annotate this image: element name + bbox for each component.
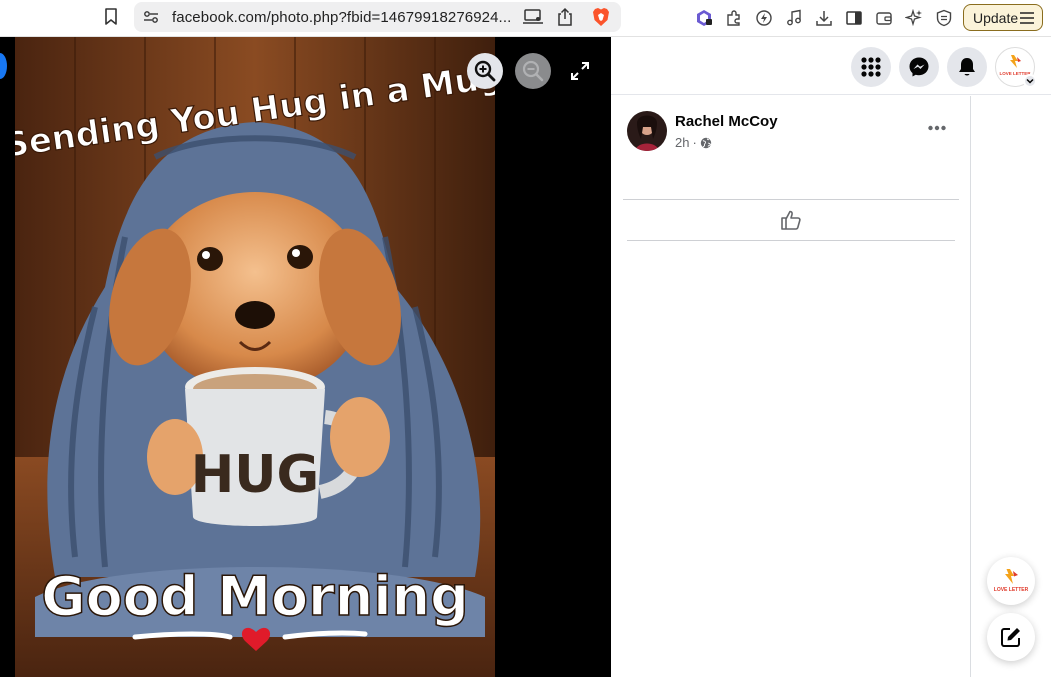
share-icon[interactable] [556, 7, 574, 27]
author-avatar[interactable] [627, 111, 667, 151]
previous-photo-button[interactable] [0, 53, 7, 79]
mug-text: HUG [191, 445, 319, 505]
menu-grid-icon[interactable] [851, 47, 891, 87]
address-bar[interactable]: facebook.com/photo.php?fbid=146799182769… [134, 2, 621, 32]
chevron-down-icon[interactable] [1023, 74, 1037, 88]
fullscreen-icon[interactable] [570, 61, 590, 81]
post-panel: Rachel McCoy 2h · [611, 96, 971, 677]
bookmark-icon[interactable] [101, 7, 121, 27]
post-photo[interactable]: HUG Sending You Hug in a Mug Good Mornin… [15, 37, 495, 677]
globe-icon [700, 137, 712, 148]
update-button[interactable]: Update [963, 4, 1043, 31]
panel-divider [970, 96, 971, 677]
zoom-in-icon[interactable] [467, 53, 503, 89]
vpn-shield-icon[interactable] [934, 8, 954, 28]
photo-viewer: HUG Sending You Hug in a Mug Good Mornin… [0, 37, 611, 677]
notifications-bell-icon[interactable] [947, 47, 987, 87]
downloads-icon[interactable] [814, 8, 834, 28]
media-icon[interactable] [784, 8, 804, 28]
more-options-icon[interactable] [925, 116, 949, 140]
url-text[interactable]: facebook.com/photo.php?fbid=146799182769… [172, 9, 511, 26]
facebook-header: LOVE LETTER [611, 37, 1051, 95]
photo-bottom-text: Good Morning [41, 565, 469, 628]
divider [627, 240, 955, 241]
like-thumb-icon [781, 210, 801, 230]
extension-leo-icon[interactable] [694, 8, 714, 28]
zoom-out-icon[interactable] [515, 53, 551, 89]
menu-icon [1020, 12, 1034, 24]
wallet-icon[interactable] [874, 8, 894, 28]
brand-logo-text: LOVE LETTER [994, 587, 1029, 593]
post-author[interactable]: Rachel McCoy [675, 113, 778, 130]
update-label: Update [973, 9, 1019, 26]
leo-ai-icon[interactable] [904, 8, 924, 28]
brave-shields-icon[interactable] [592, 7, 610, 27]
post-meta: 2h · [675, 135, 712, 150]
cast-icon[interactable] [523, 8, 543, 26]
site-settings-icon[interactable] [142, 8, 160, 26]
extensions-icon[interactable] [724, 8, 744, 28]
meta-separator: · [692, 135, 697, 150]
browser-toolbar: facebook.com/photo.php?fbid=146799182769… [0, 0, 1051, 37]
sidebar-icon[interactable] [844, 8, 864, 28]
post-time[interactable]: 2h [675, 135, 689, 150]
like-button[interactable] [777, 208, 805, 232]
divider [623, 199, 959, 200]
speedreader-icon[interactable] [754, 8, 774, 28]
compose-icon[interactable] [987, 613, 1035, 661]
messenger-icon[interactable] [899, 47, 939, 87]
brand-chat-button[interactable]: LOVE LETTER [987, 557, 1035, 605]
